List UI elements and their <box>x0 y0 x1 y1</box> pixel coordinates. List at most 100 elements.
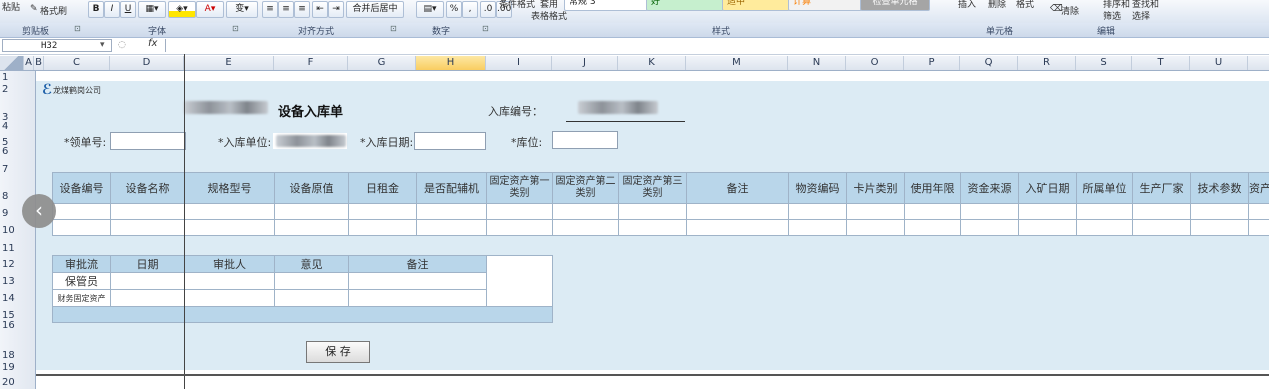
col-header-h[interactable]: H <box>416 56 486 70</box>
header-cell: 卡片类别 <box>846 172 905 204</box>
row-header[interactable]: 8 <box>2 191 8 202</box>
align-right-button[interactable]: ≡ <box>294 1 310 18</box>
border-button[interactable]: ▦▾ <box>138 1 166 18</box>
col-header-a[interactable]: A <box>24 56 34 70</box>
delete-button[interactable]: 删除 <box>988 0 1006 10</box>
merge-center-button[interactable]: 合并后居中 <box>346 1 404 18</box>
sort-filter-label-2[interactable]: 筛选 <box>1103 9 1121 22</box>
approval-header-cell: 审批人 <box>184 255 275 273</box>
approval-note-cell[interactable] <box>486 255 553 307</box>
group-styles: 样式 <box>712 27 731 37</box>
conditional-format-button[interactable]: 条件格式 <box>499 0 535 10</box>
col-header-b[interactable]: B <box>34 56 44 70</box>
indent-decrease-button[interactable]: ⇤ <box>312 1 328 18</box>
cancel-icon[interactable]: ◌ <box>118 40 126 50</box>
row-header[interactable]: 18 <box>2 350 15 361</box>
col-header-g[interactable]: G <box>348 56 416 70</box>
style-calc[interactable]: 计算 <box>788 0 862 11</box>
formula-input[interactable] <box>165 39 1269 52</box>
style-check[interactable]: 检查单元格 <box>860 0 930 11</box>
percent-button[interactable]: % <box>446 1 462 18</box>
italic-button[interactable]: I <box>104 1 120 18</box>
name-box[interactable]: H32 <box>2 39 112 52</box>
style-normal[interactable]: 常规 3 <box>564 0 648 11</box>
col-header-c[interactable]: C <box>44 56 110 70</box>
col-header-k[interactable]: K <box>618 56 686 70</box>
bold-button[interactable]: B <box>88 1 104 18</box>
col-header-o[interactable]: O <box>846 56 904 70</box>
col-header-d[interactable]: D <box>110 56 184 70</box>
row-header[interactable]: 6 <box>2 146 8 157</box>
fill-color-button[interactable]: ◈▾ <box>168 1 196 18</box>
paste-button[interactable]: 粘贴 <box>2 0 20 13</box>
col-header-i[interactable]: I <box>486 56 552 70</box>
col-header-p[interactable]: P <box>904 56 960 70</box>
back-arrow-icon[interactable]: ‹ <box>22 194 56 228</box>
header-cell: 设备名称 <box>110 172 185 204</box>
col-header-e[interactable]: E <box>184 56 274 70</box>
insert-button[interactable]: 插入 <box>958 0 976 10</box>
select-all-corner[interactable] <box>0 56 24 70</box>
fx-icon[interactable]: fx <box>148 38 157 49</box>
row-header[interactable]: 11 <box>2 243 15 254</box>
entry-date-input[interactable] <box>414 132 486 150</box>
align-center-button[interactable]: ≡ <box>278 1 294 18</box>
location-input[interactable] <box>552 131 618 149</box>
col-header-m[interactable]: M <box>686 56 788 70</box>
col-header-u[interactable]: U <box>1190 56 1248 70</box>
style-good[interactable]: 好 <box>646 0 724 11</box>
col-header-overflow[interactable] <box>1248 56 1269 70</box>
clear-button[interactable]: 清除 <box>1061 4 1079 17</box>
table-row[interactable]: 财务固定资产 <box>52 289 553 307</box>
font-dialog-icon[interactable]: ⊡ <box>232 24 239 33</box>
style-neutral[interactable]: 适中 <box>722 0 790 11</box>
save-button[interactable]: 保 存 <box>306 341 370 363</box>
approval-row-label: 财务固定资产 <box>52 289 111 307</box>
header-cell: 生产厂家 <box>1132 172 1191 204</box>
align-left-button[interactable]: ≡ <box>262 1 278 18</box>
col-header-r[interactable]: R <box>1018 56 1076 70</box>
col-header-q[interactable]: Q <box>960 56 1018 70</box>
group-font: 字体 <box>148 27 167 37</box>
col-header-f[interactable]: F <box>274 56 348 70</box>
accounting-format-button[interactable]: ▤▾ <box>416 1 444 18</box>
comma-button[interactable]: , <box>462 1 478 18</box>
table-row[interactable] <box>52 219 1269 236</box>
col-header-j[interactable]: J <box>552 56 618 70</box>
row-header[interactable]: 4 <box>2 121 8 132</box>
clipboard-dialog-icon[interactable]: ⊡ <box>74 24 81 33</box>
col-header-s[interactable]: S <box>1076 56 1132 70</box>
decimal-increase-button[interactable]: .0 <box>480 1 496 18</box>
row-header[interactable]: 19 <box>2 362 15 373</box>
col-header-t[interactable]: T <box>1132 56 1190 70</box>
table-row[interactable] <box>52 203 1269 220</box>
requisition-no-input[interactable] <box>110 132 186 150</box>
phonetic-button[interactable]: 变▾ <box>226 1 258 18</box>
row-header[interactable]: 7 <box>2 164 8 175</box>
row-header[interactable]: 9 <box>2 208 8 219</box>
header-cell: 使用年限 <box>904 172 961 204</box>
row-header-bar: 1 2 3 4 5 6 7 8 9 10 11 12 13 14 15 16 1… <box>0 71 36 389</box>
alignment-dialog-icon[interactable]: ⊡ <box>390 24 397 33</box>
row-header[interactable]: 13 <box>2 276 15 287</box>
row-header[interactable]: 12 <box>2 259 15 270</box>
format-painter-button[interactable]: 格式刷 <box>40 4 67 17</box>
row-header[interactable]: 14 <box>2 293 15 304</box>
number-dialog-icon[interactable]: ⊡ <box>482 24 489 33</box>
table-row[interactable]: 保管员 <box>52 272 553 290</box>
font-color-button[interactable]: A▾ <box>196 1 224 18</box>
find-select-label-2[interactable]: 选择 <box>1132 9 1150 22</box>
row-header[interactable]: 10 <box>2 225 15 236</box>
approval-header-cell: 审批流 <box>52 255 111 273</box>
row-header[interactable]: 20 <box>2 377 15 388</box>
row-header[interactable]: 1 <box>2 72 8 83</box>
header-cell: 固定资产第三类别 <box>618 172 687 204</box>
row-header[interactable]: 2 <box>2 84 8 95</box>
table-format-label-2[interactable]: 表格格式 <box>531 9 567 22</box>
col-header-n[interactable]: N <box>788 56 846 70</box>
indent-increase-button[interactable]: ⇥ <box>328 1 344 18</box>
underline-button[interactable]: U <box>120 1 136 18</box>
row-header[interactable]: 16 <box>2 320 15 331</box>
name-box-dropdown-icon[interactable]: ▾ <box>100 40 105 50</box>
format-button[interactable]: 格式 <box>1016 0 1034 10</box>
